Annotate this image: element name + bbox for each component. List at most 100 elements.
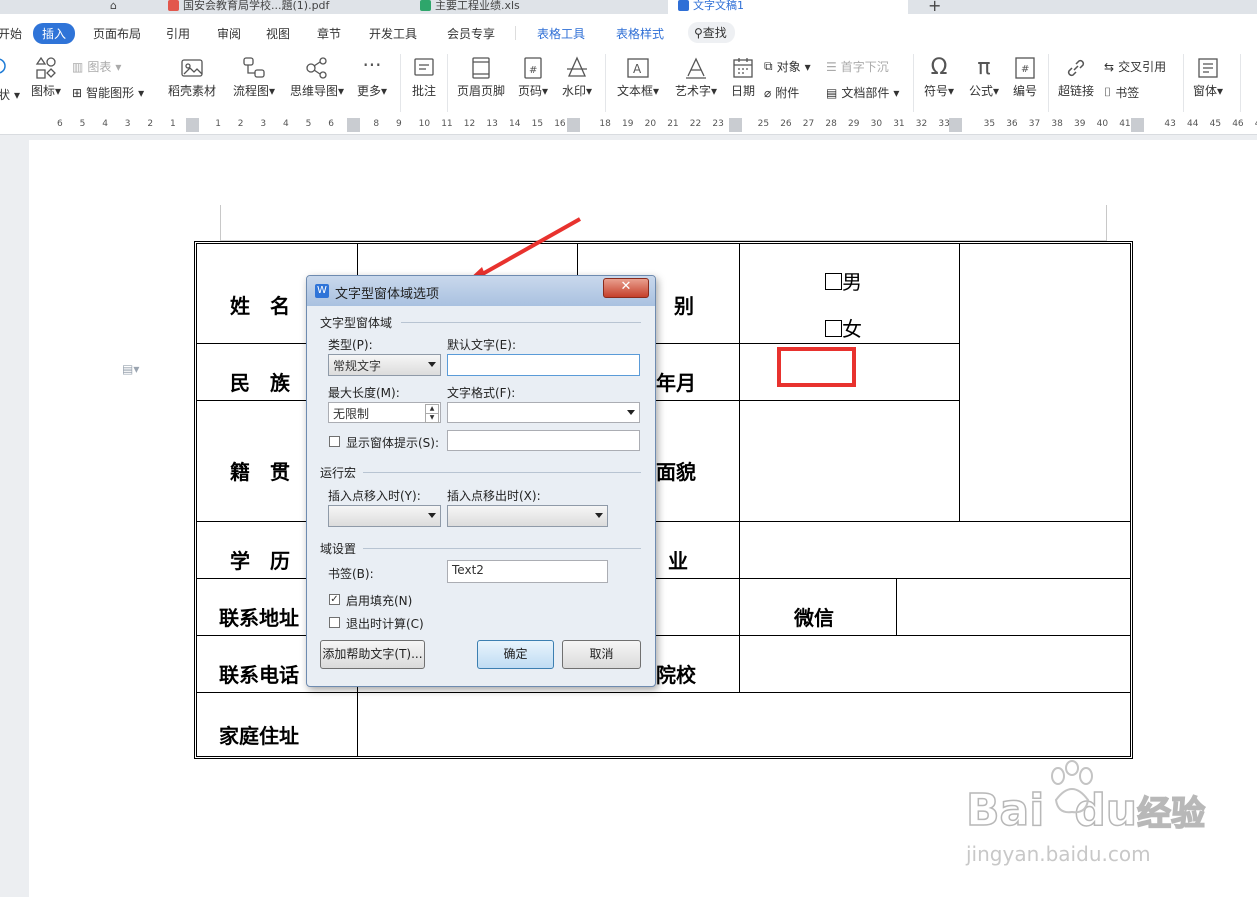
ruler-column-marker[interactable] [347,118,360,132]
menu-section[interactable]: 章节 [317,25,341,42]
ruler-margin-marker[interactable] [186,118,199,132]
new-tab-button[interactable]: + [928,0,941,14]
menu-insert[interactable]: 插入 [33,23,76,44]
close-button[interactable]: ✕ [603,278,649,298]
watermark-button[interactable]: 水印▾ [558,56,596,99]
menu-review[interactable]: 审阅 [217,25,241,42]
enable-fill-checkbox[interactable]: ✓ [329,594,340,605]
option-female[interactable]: 女 [825,313,862,342]
ruler-number: 28 [825,119,837,129]
art-text-button[interactable]: 艺术字▾ [671,56,721,99]
ruler-number: 25 [757,119,770,129]
ruler-margin-marker[interactable] [1131,118,1144,132]
menu-table-tools[interactable]: 表格工具 [537,25,585,42]
form-button[interactable]: 窗体▾ [1190,56,1226,99]
group-field-title: 文字型窗体域 [320,316,393,330]
object-label: 对象 [776,60,801,74]
daoke-button[interactable]: 稻壳素材 [166,56,218,99]
text-format-combo[interactable] [447,402,640,423]
crossref-button[interactable]: ⇆ 交叉引用 [1104,58,1166,75]
numbering-button[interactable]: # 编号 [1010,56,1040,99]
menu-table-style[interactable]: 表格样式 [616,25,664,42]
bookmark-icon: ⌷ [1104,85,1112,99]
max-length-spinner[interactable]: 无限制 ▲ ▼ [328,402,441,423]
ruler-column-marker[interactable] [729,118,742,132]
attachment-button[interactable]: ⌀ 附件 [764,84,799,101]
dialog-titlebar[interactable]: W 文字型窗体域选项 ✕ [307,276,655,306]
chevron-down-icon: ▾ [947,84,955,98]
menu-view[interactable]: 视图 [266,25,290,42]
ruler-number: 37 [1028,119,1041,129]
mindmap-button[interactable]: 思维导图▾ [287,56,347,99]
doc-tab-xls[interactable]: 主要工程业绩.xls [420,0,520,14]
exit-macro-select[interactable] [447,505,608,527]
menu-developer[interactable]: 开发工具 [369,25,417,42]
group-divider [363,472,641,473]
doc-parts-label: 文档部件 [841,86,890,100]
crossref-icon: ⇆ [1104,59,1115,74]
checkbox-male[interactable] [825,273,842,290]
chart-button[interactable]: ▥ 图表 ▾ [72,58,121,75]
bookmark-button[interactable]: ⌷ 书签 [1104,84,1139,101]
cancel-button[interactable]: 取消 [562,640,641,669]
chevron-down-icon: ▾ [992,84,1000,98]
search-box[interactable]: ⚲查找 [688,22,735,43]
option-male[interactable]: 男 [825,266,862,295]
text-form-field-dialog[interactable]: W 文字型窗体域选项 ✕ 文字型窗体域 类型(P): 常规文字 默认文字(E):… [306,275,656,687]
flowchart-button[interactable]: 流程图▾ [229,56,279,99]
page-number-button[interactable]: # 页码▾ [514,56,552,99]
menu-references[interactable]: 引用 [166,25,190,42]
textbox-button[interactable]: A 文本框▾ [614,56,662,99]
formula-button[interactable]: π 公式▾ [966,56,1002,99]
doc-parts-button[interactable]: ▤ 文档部件 ▾ [826,84,899,101]
ruler-number: 5 [305,119,312,129]
tip-text-input[interactable] [447,430,640,451]
bookmark-label: 书签 [1115,86,1140,100]
document-tab-strip: ⌂ 国安会教育局学校...題(1).pdf 主要工程业绩.xls 文字文稿1 + [0,0,1257,14]
menu-member[interactable]: 会员专享 [447,25,495,42]
paw-icon [1051,760,1093,814]
dropcap-button[interactable]: ☰ 首字下沉 [826,58,889,75]
show-tip-checkbox[interactable] [329,436,340,447]
bookmark-input[interactable]: Text2 [447,560,608,583]
comment-button[interactable]: 批注 [408,56,440,99]
doc-tab-pdf[interactable]: 国安会教育局学校...題(1).pdf [168,0,329,14]
ribbon-divider [605,54,606,112]
shape-dropdown[interactable]: 状 ▾ [0,86,20,103]
symbol-button[interactable]: Ω 符号▾ [921,56,957,99]
header-footer-button[interactable]: 页眉页脚 [455,56,507,99]
entry-macro-select[interactable] [328,505,441,527]
tab-pin-icon[interactable]: ⌂ [110,0,117,14]
hyperlink-button[interactable]: 超链接 [1056,56,1096,99]
icons-button[interactable]: 图标▾ [26,56,66,99]
search-icon: ⚲ [694,26,703,40]
object-button[interactable]: ⧉ 对象 ▾ [764,58,811,75]
more-button[interactable]: ··· 更多▾ [354,55,390,99]
doc-tab-active[interactable]: 文字文稿1 [668,0,908,14]
ok-button[interactable]: 确定 [477,640,554,669]
spin-down-icon[interactable]: ▼ [425,413,439,423]
ruler-column-marker[interactable] [567,118,580,132]
date-button[interactable]: 日期 [728,56,758,99]
type-select[interactable]: 常规文字 [328,354,441,376]
ruler-number: 45 [1209,119,1222,129]
icons-label: 图标 [30,84,55,98]
horizontal-ruler[interactable]: 6 5 4 3 2 1 1 2 3 4 5 6 8 9 10 11 12 13 14 15 16 18 19 20 21 22 23… [0,117,1257,135]
chart-icon: ▥ [72,59,84,74]
add-help-text-button[interactable]: 添加帮助文字(T)... [320,640,425,669]
chevron-down-icon: ▾ [804,59,811,74]
menu-page-layout[interactable]: 页面布局 [93,25,141,42]
shape-button[interactable] [0,58,10,74]
ruler-column-marker[interactable] [949,118,962,132]
smart-shape-button[interactable]: ⊞ 智能图形 ▾ [72,84,144,101]
smart-shape-label: 智能图形 [86,86,135,100]
checkmark-icon: ✓ [330,594,339,605]
menu-bar: 开始 插入 页面布局 引用 审阅 视图 章节 开发工具 会员专享 表格工具 表格… [0,14,1257,50]
menu-start[interactable]: 开始 [0,25,22,42]
flowchart-label: 流程图 [232,84,269,98]
default-text-input[interactable] [447,354,640,376]
paragraph-layout-icon[interactable]: ▤▾ [122,362,139,376]
menu-divider [515,26,516,40]
checkbox-female[interactable] [825,320,842,337]
calc-on-exit-checkbox[interactable] [329,617,340,628]
